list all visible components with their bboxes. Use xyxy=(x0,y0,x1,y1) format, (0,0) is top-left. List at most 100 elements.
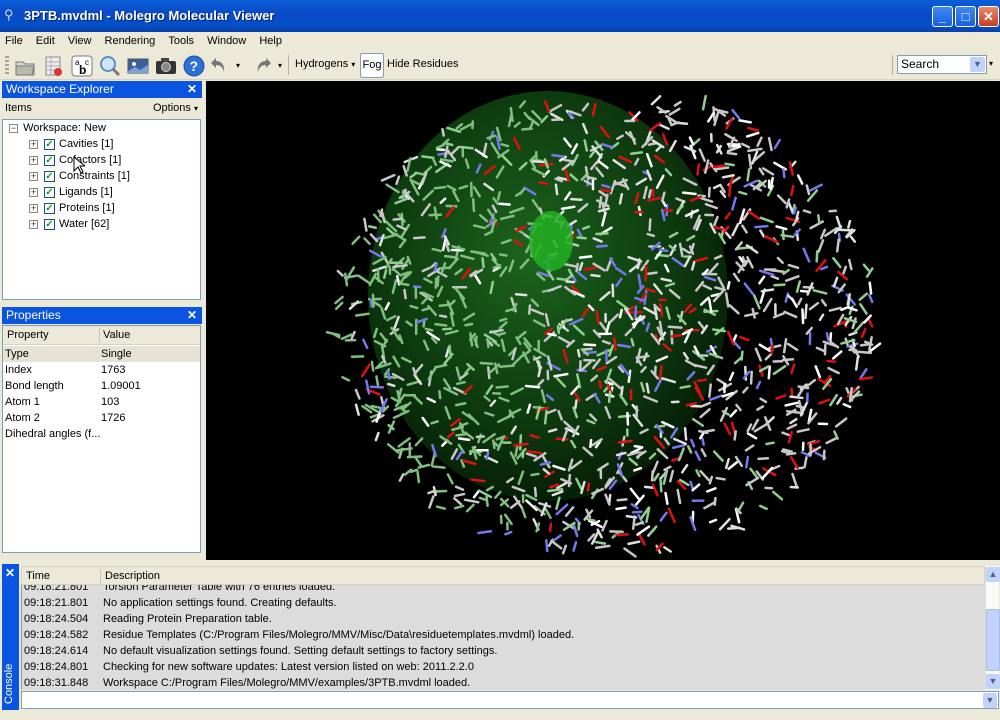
tree-root[interactable]: − Workspace: New xyxy=(9,120,106,136)
property-row[interactable]: Bond length 1.09001 xyxy=(3,378,200,394)
bond-stick xyxy=(791,472,799,489)
expand-icon[interactable]: + xyxy=(29,155,38,165)
bond-stick xyxy=(545,539,549,553)
camera-icon[interactable] xyxy=(154,54,178,78)
column-header-description[interactable]: Description xyxy=(105,570,160,582)
bond-stick xyxy=(479,361,494,366)
collapse-icon[interactable]: − xyxy=(9,123,18,133)
column-header-value[interactable]: Value xyxy=(103,329,130,341)
property-row[interactable]: Index 1763 xyxy=(3,362,200,378)
expand-icon[interactable]: + xyxy=(29,219,38,229)
bond-stick xyxy=(748,210,761,220)
bond-stick xyxy=(726,151,738,156)
property-value: 1763 xyxy=(101,364,126,376)
options-menu-button[interactable]: Options ▾ xyxy=(153,99,198,118)
close-button[interactable]: ✕ xyxy=(978,6,999,27)
chevron-down-icon[interactable]: ▼ xyxy=(970,57,985,72)
bond-stick xyxy=(414,437,424,447)
bond-stick xyxy=(631,515,636,530)
labels-icon[interactable]: abc xyxy=(70,54,94,78)
checkbox-checked[interactable]: ✓ xyxy=(44,138,55,150)
tree-item-water[interactable]: + ✓ Water [62] xyxy=(29,216,109,232)
search-combobox[interactable]: Search ▼ xyxy=(897,55,987,74)
minimize-button[interactable]: _ xyxy=(932,6,953,27)
bond-stick xyxy=(649,122,662,132)
scroll-thumb[interactable] xyxy=(986,609,1000,671)
expand-icon[interactable]: + xyxy=(29,187,38,197)
bond-stick xyxy=(732,272,741,283)
bond-stick xyxy=(790,387,794,398)
tree-item-ligands[interactable]: + ✓ Ligands [1] xyxy=(29,184,113,200)
checkbox-checked[interactable]: ✓ xyxy=(44,186,55,198)
bond-stick xyxy=(617,439,633,444)
property-row[interactable]: Type Single xyxy=(3,346,200,362)
scroll-down-icon[interactable]: ▼ xyxy=(986,674,1000,689)
undo-dropdown-icon[interactable]: ▾ xyxy=(232,54,244,78)
console-tab[interactable]: ✕ Console xyxy=(2,564,19,710)
hydrogens-dropdown[interactable]: Hydrogens ▾ xyxy=(295,58,355,70)
expand-icon[interactable]: + xyxy=(29,203,38,213)
bond-stick xyxy=(784,401,799,407)
bond-stick xyxy=(820,228,827,240)
console-command-input[interactable]: ▼ xyxy=(21,691,999,709)
console-scrollbar[interactable]: ▲ ▼ xyxy=(985,566,1000,690)
bond-stick xyxy=(491,439,496,450)
column-header-property[interactable]: Property xyxy=(7,329,49,341)
bond-stick xyxy=(756,405,765,411)
column-divider[interactable] xyxy=(99,328,100,343)
expand-icon[interactable]: + xyxy=(29,139,38,149)
toolbar-overflow-icon[interactable]: ▾ xyxy=(989,59,993,68)
chevron-down-icon[interactable]: ▼ xyxy=(983,693,997,708)
redo-dropdown-icon[interactable]: ▾ xyxy=(274,54,286,78)
tree-item-cavities[interactable]: + ✓ Cavities [1] xyxy=(29,136,113,152)
tree-item-proteins[interactable]: + ✓ Proteins [1] xyxy=(29,200,115,216)
menu-rendering[interactable]: Rendering xyxy=(100,32,161,50)
background-image-icon[interactable] xyxy=(126,54,150,78)
console-tab-label: Console xyxy=(3,663,15,704)
checkbox-checked[interactable]: ✓ xyxy=(44,154,55,166)
property-row[interactable]: Atom 1 103 xyxy=(3,394,200,410)
open-folder-icon[interactable] xyxy=(13,54,37,78)
menu-tools[interactable]: Tools xyxy=(163,32,199,50)
property-row[interactable]: Dihedral angles (f... xyxy=(3,426,200,442)
bond-stick xyxy=(590,273,601,278)
bond-stick xyxy=(551,153,565,158)
menu-window[interactable]: Window xyxy=(202,32,251,50)
bond-stick xyxy=(782,338,788,354)
menu-view[interactable]: View xyxy=(63,32,97,50)
hide-residues-button[interactable]: Hide Residues xyxy=(387,58,459,70)
menu-edit[interactable]: Edit xyxy=(31,32,60,50)
menu-help[interactable]: Help xyxy=(254,32,287,50)
bond-stick xyxy=(496,190,502,201)
fog-toggle-button[interactable]: Fog xyxy=(360,53,384,78)
bond-stick xyxy=(743,282,755,296)
bond-stick xyxy=(747,153,753,170)
close-icon[interactable]: ✕ xyxy=(5,566,15,580)
column-divider[interactable] xyxy=(100,569,101,584)
column-header-time[interactable]: Time xyxy=(26,570,50,582)
molecular-3d-viewport[interactable] xyxy=(206,81,1000,560)
bond-stick xyxy=(530,472,540,477)
close-icon[interactable]: ✕ xyxy=(187,307,197,324)
molegro-app-icon[interactable]: ⚲ xyxy=(4,7,18,23)
checkbox-checked[interactable]: ✓ xyxy=(44,170,55,182)
menu-file[interactable]: File xyxy=(0,32,28,50)
help-icon[interactable]: ? xyxy=(182,54,206,78)
scroll-up-icon[interactable]: ▲ xyxy=(986,567,1000,582)
checkbox-checked[interactable]: ✓ xyxy=(44,218,55,230)
zoom-search-icon[interactable] xyxy=(98,54,122,78)
workspace-tree[interactable]: − Workspace: New + ✓ Cavities [1] + ✓ Cofact… xyxy=(2,119,201,300)
undo-icon[interactable] xyxy=(208,54,232,78)
checkbox-checked[interactable]: ✓ xyxy=(44,202,55,214)
bond-stick xyxy=(758,275,766,285)
property-row[interactable]: Atom 2 1726 xyxy=(3,410,200,426)
maximize-button[interactable]: □ xyxy=(955,6,976,27)
expand-icon[interactable]: + xyxy=(29,171,38,181)
redo-icon[interactable] xyxy=(250,54,274,78)
import-table-icon[interactable] xyxy=(42,54,66,78)
bond-stick xyxy=(572,522,579,538)
bond-stick xyxy=(731,196,737,211)
toolbar-grip[interactable] xyxy=(5,56,9,76)
bond-stick xyxy=(770,274,780,280)
close-icon[interactable]: ✕ xyxy=(187,81,197,98)
